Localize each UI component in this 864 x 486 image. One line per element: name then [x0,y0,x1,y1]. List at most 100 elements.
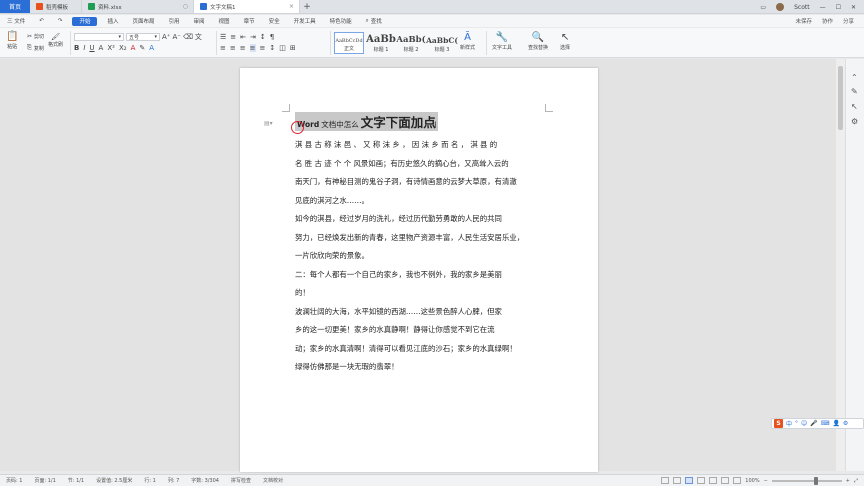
menu-file[interactable]: 三 文件 [0,15,32,27]
zoom-value[interactable]: 100% [745,478,759,484]
view-reading-icon[interactable] [721,477,730,484]
align-center-icon[interactable]: ≡ [230,44,236,52]
avatar[interactable] [776,3,785,11]
align-left-icon[interactable]: ≡ [220,44,226,52]
share-button[interactable]: 分享 [843,17,854,25]
document-area[interactable]: ▤▾ Word 文档中怎么 文字下面加点 I 淇 县 古 称 沫 邑 、 又 称… [0,59,836,472]
highlight-icon[interactable]: ✎ [139,44,145,52]
view-web-icon[interactable] [709,477,718,484]
close-icon[interactable]: ○ [183,3,188,10]
line-spacing-icon[interactable]: ↕ [269,44,275,52]
select-tool-icon[interactable]: ↖ [851,102,858,111]
bold-icon[interactable]: B [74,44,79,52]
voice-icon[interactable]: 🎤 [810,420,817,427]
keyboard-icon[interactable]: ⌨ [821,420,830,427]
superscript-icon[interactable]: X² [107,44,115,52]
status-row[interactable]: 行: 1 [138,477,161,484]
ime-mode[interactable]: 中 [786,419,792,428]
punctuation-icon[interactable]: ° [795,420,798,427]
view-night-icon[interactable] [733,477,742,484]
underline-icon[interactable]: U [89,44,94,52]
minimize-icon[interactable]: — [820,4,826,11]
status-page[interactable]: 页码: 1 [0,477,28,484]
status-words[interactable]: 字数: 3/304 [185,477,225,484]
view-page-icon[interactable] [685,477,694,484]
font-size-select[interactable]: 五号 ▾ [126,33,160,41]
edit-icon[interactable]: ✎ [851,87,858,96]
restore-icon[interactable]: ▭ [760,4,766,11]
sort-icon[interactable]: ↕ [260,33,266,41]
settings-icon[interactable]: ⚙ [851,117,858,126]
save-status[interactable]: 未保存 [795,17,812,25]
grow-font-icon[interactable]: A⁺ [162,33,170,41]
zoom-in-icon[interactable]: + [846,478,850,484]
menu-insert[interactable]: 插入 [100,15,125,27]
style-heading-2[interactable]: AaBb( 标题 2 [396,32,426,54]
close-window-icon[interactable]: ✕ [851,4,856,11]
user-name[interactable]: Scott [794,4,809,11]
scroll-thumb[interactable] [838,66,843,130]
shading-icon[interactable]: ◫ [279,44,286,52]
undo-icon[interactable]: ↶ [32,15,51,27]
subscript-icon[interactable]: X₂ [119,44,127,52]
format-painter-button[interactable]: 🖌 格式刷 [48,33,63,48]
menu-view[interactable]: 视图 [212,15,237,27]
border-icon[interactable]: ⊞ [290,44,296,52]
menu-review[interactable]: 审阅 [187,15,212,27]
show-marks-icon[interactable]: ¶ [270,33,274,41]
tab-spreadsheet[interactable]: 资料.xlsx ○ [82,0,194,13]
italic-icon[interactable]: I [83,44,85,52]
tab-document[interactable]: 文字文稿1 × [194,0,300,13]
status-col[interactable]: 列: 7 [162,477,185,484]
zoom-slider-knob[interactable] [813,476,818,485]
selected-text[interactable]: Word 文档中怎么 文字下面加点 [295,112,438,131]
indent-icon[interactable]: ⇥ [250,33,256,41]
zoom-out-icon[interactable]: − [764,478,768,484]
gear-icon[interactable]: ⚙ [843,420,848,427]
zoom-slider[interactable] [771,476,842,485]
number-list-icon[interactable]: ≡ [230,33,236,41]
collab-button[interactable]: 协作 [822,17,833,25]
style-normal[interactable]: AaBbCcDd 正文 [334,32,364,54]
clear-format-icon[interactable]: ⌫ [183,33,193,41]
ime-toolbar[interactable]: S 中 ° ☺ 🎤 ⌨ 👤 ⚙ [771,418,864,429]
copy-button[interactable]: ⎘ 复制 [27,44,44,52]
font-color-icon[interactable]: A [131,44,136,52]
menu-search[interactable]: ⌕ 查找 [359,15,389,27]
fit-page-icon[interactable]: ⤢ [854,478,858,484]
emoji-icon[interactable]: ☺ [801,420,807,427]
text-tools-button[interactable]: 🔧 文字工具 [492,32,512,51]
document-page[interactable]: ▤▾ Word 文档中怎么 文字下面加点 I 淇 县 古 称 沫 邑 、 又 称… [240,68,598,472]
char-shade-icon[interactable]: A [149,44,154,52]
menu-chapter[interactable]: 章节 [237,15,262,27]
align-right-icon[interactable]: ≡ [240,44,246,52]
proofread-button[interactable]: 文档校对 [257,477,289,484]
strikethrough-icon[interactable]: A [99,44,104,52]
status-setting[interactable]: 设置值: 2.5厘米 [90,477,138,484]
view-outline-icon[interactable] [697,477,706,484]
maximize-icon[interactable]: ☐ [836,4,841,11]
font-name-select[interactable]: ▾ [74,33,124,41]
menu-developer[interactable]: 开发工具 [287,15,323,27]
find-replace-button[interactable]: 🔍 查找替换 [528,32,548,51]
view-eye-icon[interactable] [661,477,670,484]
menu-layout[interactable]: 页面布局 [126,15,162,27]
redo-icon[interactable]: ↷ [51,15,70,27]
menu-reference[interactable]: 引用 [162,15,187,27]
spell-check-button[interactable]: 拼写检查 [225,477,257,484]
new-style-button[interactable]: Ā 新样式 [460,32,475,51]
user-icon[interactable]: 👤 [832,420,839,427]
outdent-icon[interactable]: ⇤ [240,33,246,41]
shrink-font-icon[interactable]: A⁻ [172,33,180,41]
view-full-icon[interactable] [673,477,682,484]
justify-icon[interactable]: ≡ [249,44,256,52]
status-section[interactable]: 节: 1/1 [62,477,90,484]
bullet-list-icon[interactable]: ☰ [220,33,226,41]
tab-daoke-template[interactable]: 稻壳模板 [30,0,82,13]
menu-special[interactable]: 特色功能 [323,15,359,27]
style-heading-1[interactable]: AaBb 标题 1 [366,32,396,54]
close-icon[interactable]: × [289,3,294,10]
status-pages[interactable]: 页面: 1/1 [28,477,61,484]
menu-home[interactable]: 开始 [72,16,98,26]
paragraph-handle-icon[interactable]: ▤▾ [264,120,273,127]
